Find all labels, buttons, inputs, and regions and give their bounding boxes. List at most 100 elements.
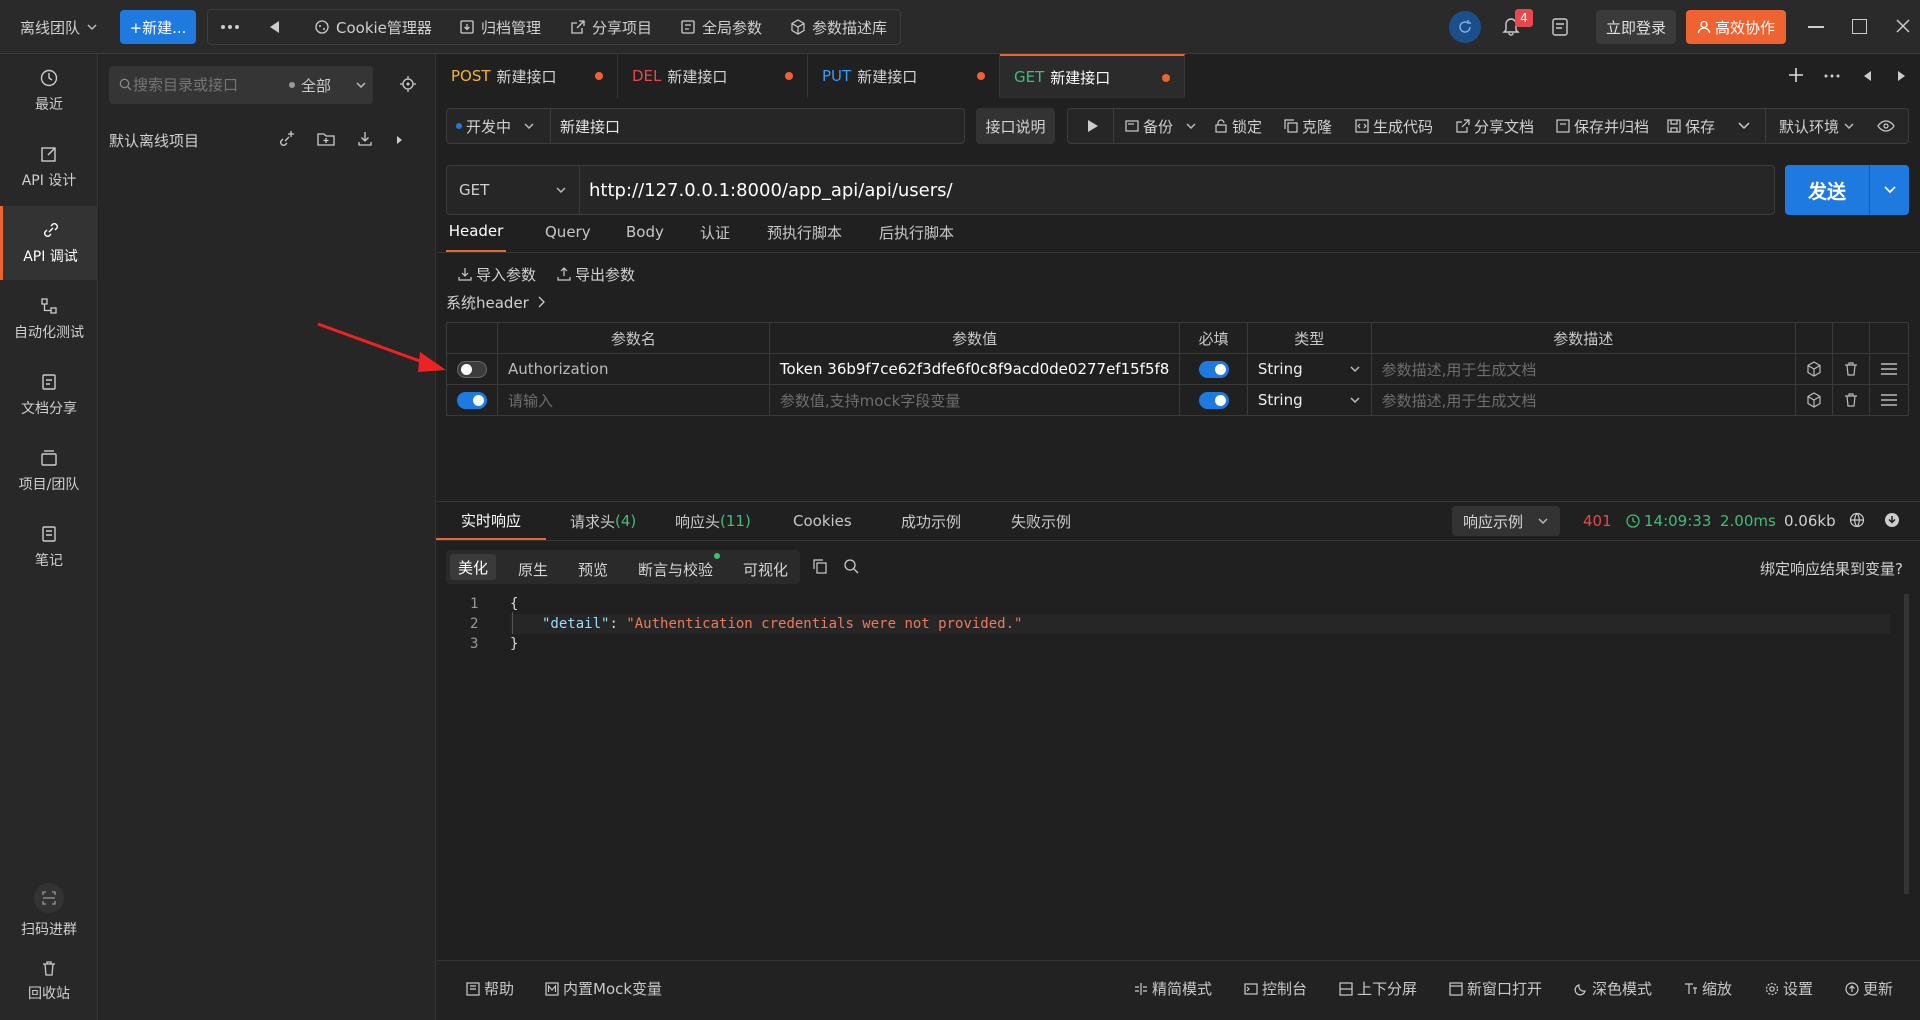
send-options-button[interactable] xyxy=(1870,165,1909,215)
new-window-button[interactable]: 新窗口打开 xyxy=(1449,978,1542,999)
param-desc-cell[interactable]: 参数描述,用于生成文档 xyxy=(1370,384,1796,416)
param-value-cell[interactable]: Token 36b9f7ce62f3dfe6f0c8f9acd0de0277ef… xyxy=(768,353,1181,385)
locate-icon[interactable] xyxy=(399,75,417,93)
clone-button[interactable]: 克隆 xyxy=(1284,108,1332,144)
nav-recent[interactable]: 最近 xyxy=(0,54,98,128)
notes-icon[interactable] xyxy=(1551,17,1569,37)
env-select[interactable]: 默认环境 xyxy=(1779,108,1855,144)
minimize-button[interactable] xyxy=(1808,26,1824,28)
tab-get[interactable]: GET 新建接口 xyxy=(1000,54,1185,98)
api-name-input[interactable] xyxy=(560,112,955,140)
tab-auth[interactable]: 认证 xyxy=(700,212,730,252)
param-desc-lib-icon[interactable] xyxy=(1794,353,1833,385)
url-input[interactable] xyxy=(589,175,1759,205)
more-icon[interactable] xyxy=(220,0,240,54)
help-button[interactable]: 帮助 xyxy=(466,978,514,999)
param-value-cell[interactable]: 参数值,支持mock字段变量 xyxy=(768,384,1181,416)
update-button[interactable]: 更新 xyxy=(1845,978,1893,999)
download-response-icon[interactable] xyxy=(1884,512,1900,528)
nav-doc-share[interactable]: 文档分享 xyxy=(0,358,98,432)
save-archive-button[interactable]: 保存并归档 xyxy=(1556,108,1649,144)
import-params-button[interactable]: 导入参数 xyxy=(458,264,536,284)
sync-icon[interactable] xyxy=(1449,11,1481,43)
tab-query[interactable]: Query xyxy=(545,212,591,252)
drag-handle-icon[interactable] xyxy=(1868,353,1910,385)
nav-project-team[interactable]: 项目/团队 xyxy=(0,434,98,508)
tab-res-headers[interactable]: 响应头 (11) xyxy=(675,502,751,540)
lock-button[interactable]: 锁定 xyxy=(1214,108,1262,144)
console-button[interactable]: 控制台 xyxy=(1244,978,1307,999)
param-desc-lib-icon[interactable] xyxy=(1794,384,1833,416)
collab-button[interactable]: 高效协作 xyxy=(1686,10,1786,44)
caret-right-icon[interactable] xyxy=(396,136,402,144)
response-editor[interactable]: 1 2 3 { "detail": "Authentication creden… xyxy=(446,594,1909,934)
view-preview[interactable]: 预览 xyxy=(578,559,608,580)
backup-button[interactable]: 备份 xyxy=(1125,108,1197,144)
nav-api-design[interactable]: API 设计 xyxy=(0,130,98,204)
api-desc-button[interactable]: 接口说明 xyxy=(976,108,1055,144)
project-title[interactable]: 默认离线项目 xyxy=(109,130,199,151)
add-api-icon[interactable] xyxy=(278,130,296,148)
send-button[interactable]: 发送 xyxy=(1785,165,1869,215)
import-icon[interactable] xyxy=(357,131,373,147)
row-enable-toggle[interactable] xyxy=(457,361,487,378)
globe-icon[interactable] xyxy=(1849,512,1865,528)
nav-recycle-bin[interactable]: 回收站 xyxy=(0,944,98,1018)
delete-row-icon[interactable] xyxy=(1831,353,1870,385)
tab-put[interactable]: PUT 新建接口 xyxy=(808,54,1000,98)
team-selector[interactable]: 离线团队 xyxy=(20,0,98,54)
add-tab-icon[interactable] xyxy=(1787,66,1805,84)
tab-next-icon[interactable] xyxy=(1897,70,1907,82)
drag-handle-icon[interactable] xyxy=(1868,384,1910,416)
new-button[interactable]: +新建... xyxy=(120,10,196,44)
maximize-button[interactable] xyxy=(1852,19,1867,34)
save-options-icon[interactable] xyxy=(1737,120,1751,132)
method-select[interactable]: GET xyxy=(459,165,579,215)
share-project-button[interactable]: 分享项目 xyxy=(570,0,652,54)
export-params-button[interactable]: 导出参数 xyxy=(557,264,635,284)
type-select[interactable]: String xyxy=(1246,384,1372,416)
copy-icon[interactable] xyxy=(812,558,828,574)
nav-api-debug[interactable]: API 调试 xyxy=(0,206,98,280)
archive-manager-button[interactable]: 归档管理 xyxy=(459,0,541,54)
view-pretty[interactable]: 美化 xyxy=(450,554,496,580)
eye-icon[interactable] xyxy=(1877,119,1895,133)
nav-qr-group[interactable]: 扫码进群 xyxy=(0,874,98,948)
share-doc-button[interactable]: 分享文档 xyxy=(1456,108,1534,144)
collapse-left-icon[interactable] xyxy=(268,0,280,54)
required-toggle[interactable] xyxy=(1198,361,1229,378)
status-select[interactable]: 开发中 xyxy=(456,108,535,144)
more-icon[interactable] xyxy=(1824,74,1840,78)
view-raw[interactable]: 原生 xyxy=(518,559,548,580)
save-button[interactable]: 保存 xyxy=(1667,108,1715,144)
response-example-select[interactable]: 响应示例 xyxy=(1452,506,1560,536)
compact-mode-button[interactable]: 精简模式 xyxy=(1134,978,1212,999)
tab-pre-script[interactable]: 预执行脚本 xyxy=(767,212,842,252)
row-enable-toggle[interactable] xyxy=(457,392,487,409)
tab-del[interactable]: DEL 新建接口 xyxy=(618,54,808,98)
tab-cookies[interactable]: Cookies xyxy=(793,502,852,540)
cookie-manager-button[interactable]: Cookie管理器 xyxy=(314,0,432,54)
search-input[interactable] xyxy=(133,72,273,98)
view-assertions[interactable]: 断言与校验 xyxy=(638,559,713,580)
tab-req-headers[interactable]: 请求头 (4) xyxy=(570,502,636,540)
tab-post[interactable]: POST 新建接口 xyxy=(437,54,618,98)
param-desc-lib-button[interactable]: 参数描述库 xyxy=(790,0,887,54)
system-header-toggle[interactable]: 系统header xyxy=(446,292,545,312)
view-visualize[interactable]: 可视化 xyxy=(743,559,788,580)
delete-row-icon[interactable] xyxy=(1831,384,1870,416)
tab-post-script[interactable]: 后执行脚本 xyxy=(879,212,954,252)
gen-code-button[interactable]: 生成代码 xyxy=(1355,108,1433,144)
tab-header[interactable]: Header xyxy=(446,212,506,252)
mock-vars-button[interactable]: 内置Mock变量 xyxy=(545,978,662,999)
split-view-button[interactable]: 上下分屏 xyxy=(1339,978,1417,999)
nav-auto-test[interactable]: 自动化测试 xyxy=(0,282,98,356)
param-name-cell[interactable]: Authorization xyxy=(497,353,770,385)
filter-select[interactable]: 全部 xyxy=(289,66,367,104)
required-toggle[interactable] xyxy=(1198,392,1229,409)
add-folder-icon[interactable] xyxy=(317,131,335,147)
dark-mode-button[interactable]: 深色模式 xyxy=(1574,978,1652,999)
tab-fail-example[interactable]: 失败示例 xyxy=(1011,502,1071,540)
run-icon[interactable] xyxy=(1087,119,1099,133)
tab-live-response[interactable]: 实时响应 xyxy=(436,502,546,540)
